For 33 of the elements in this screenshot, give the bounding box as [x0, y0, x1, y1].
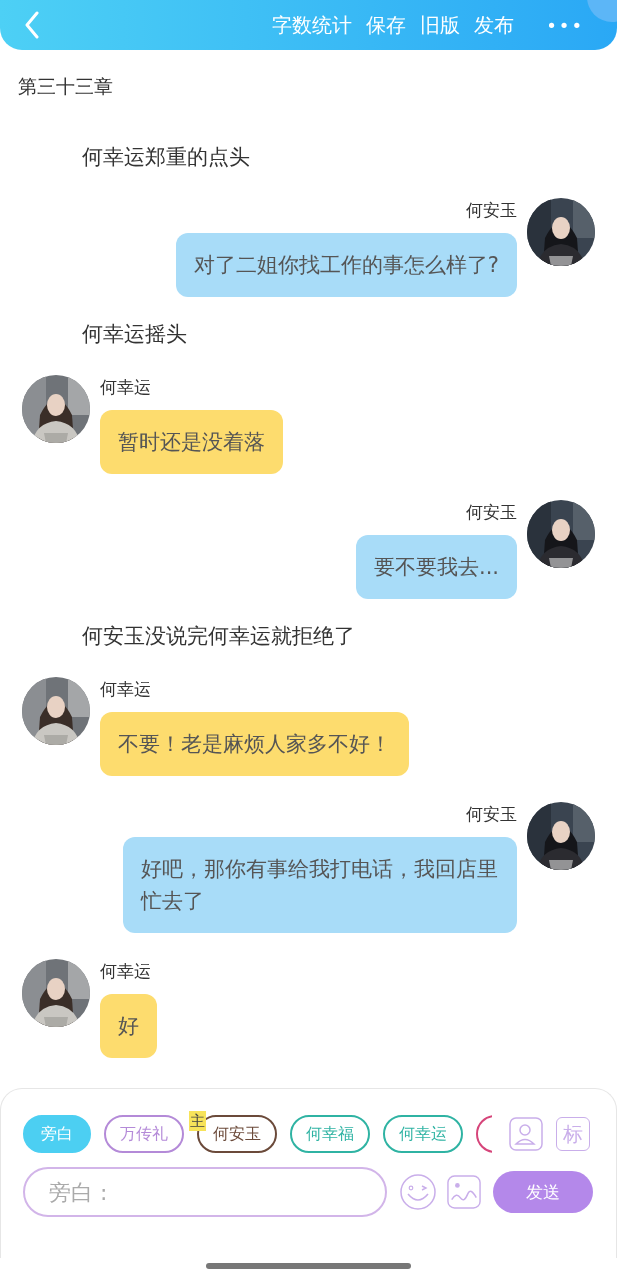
character-chip[interactable]: 万传礼 — [104, 1115, 184, 1153]
more-button[interactable]: ••• — [543, 14, 587, 36]
image-icon[interactable] — [447, 1175, 481, 1209]
toolbar-button[interactable]: 发布 — [471, 11, 518, 39]
message-bubble: 不要！老是麻烦人家多不好！ — [100, 712, 409, 776]
toolbar-button[interactable]: 保存 — [363, 11, 410, 39]
back-icon[interactable] — [24, 11, 40, 39]
character-chip[interactable]: 旁白 — [23, 1115, 91, 1153]
input-field[interactable]: 旁白 : — [23, 1167, 387, 1217]
toolbar-button[interactable]: 旧版 — [417, 11, 464, 39]
character-chip[interactable]: 何幸运 — [383, 1115, 463, 1153]
narration-text: 何安玉没说完何幸运就拒绝了 — [82, 623, 356, 650]
chapter-title: 第三十三章 — [18, 74, 113, 99]
message-bubble: 好 — [100, 994, 157, 1058]
person-icon[interactable] — [509, 1117, 543, 1151]
speaker-name: 何幸运 — [100, 376, 151, 399]
speaker-name: 何安玉 — [466, 199, 517, 222]
narration-text: 何幸运摇头 — [82, 321, 188, 348]
speaker-name: 何安玉 — [466, 803, 517, 826]
message-bubble: 要不要我去... — [355, 535, 517, 599]
speaker-name: 何幸运 — [100, 960, 151, 983]
emoji-icon[interactable] — [399, 1173, 437, 1211]
narration-text: 何幸运郑重的点头 — [82, 144, 251, 171]
send-button[interactable]: 发送 — [493, 1171, 593, 1213]
message-bubble: 暂时还是没着落 — [100, 410, 283, 474]
protagonist-badge: 主 — [189, 1111, 206, 1131]
message-bubble: 好吧，那你有事给我打电话，我回店里忙去了 — [123, 837, 517, 933]
character-chip[interactable]: 何幸福 — [290, 1115, 370, 1153]
toolbar-button[interactable]: 字数统计 — [269, 11, 356, 39]
speaker-name: 何安玉 — [466, 501, 517, 524]
tag-button[interactable]: 标 — [556, 1117, 590, 1151]
speaker-name: 何幸运 — [100, 678, 151, 701]
message-bubble: 对了二姐你找工作的事怎么样了? — [175, 233, 517, 297]
